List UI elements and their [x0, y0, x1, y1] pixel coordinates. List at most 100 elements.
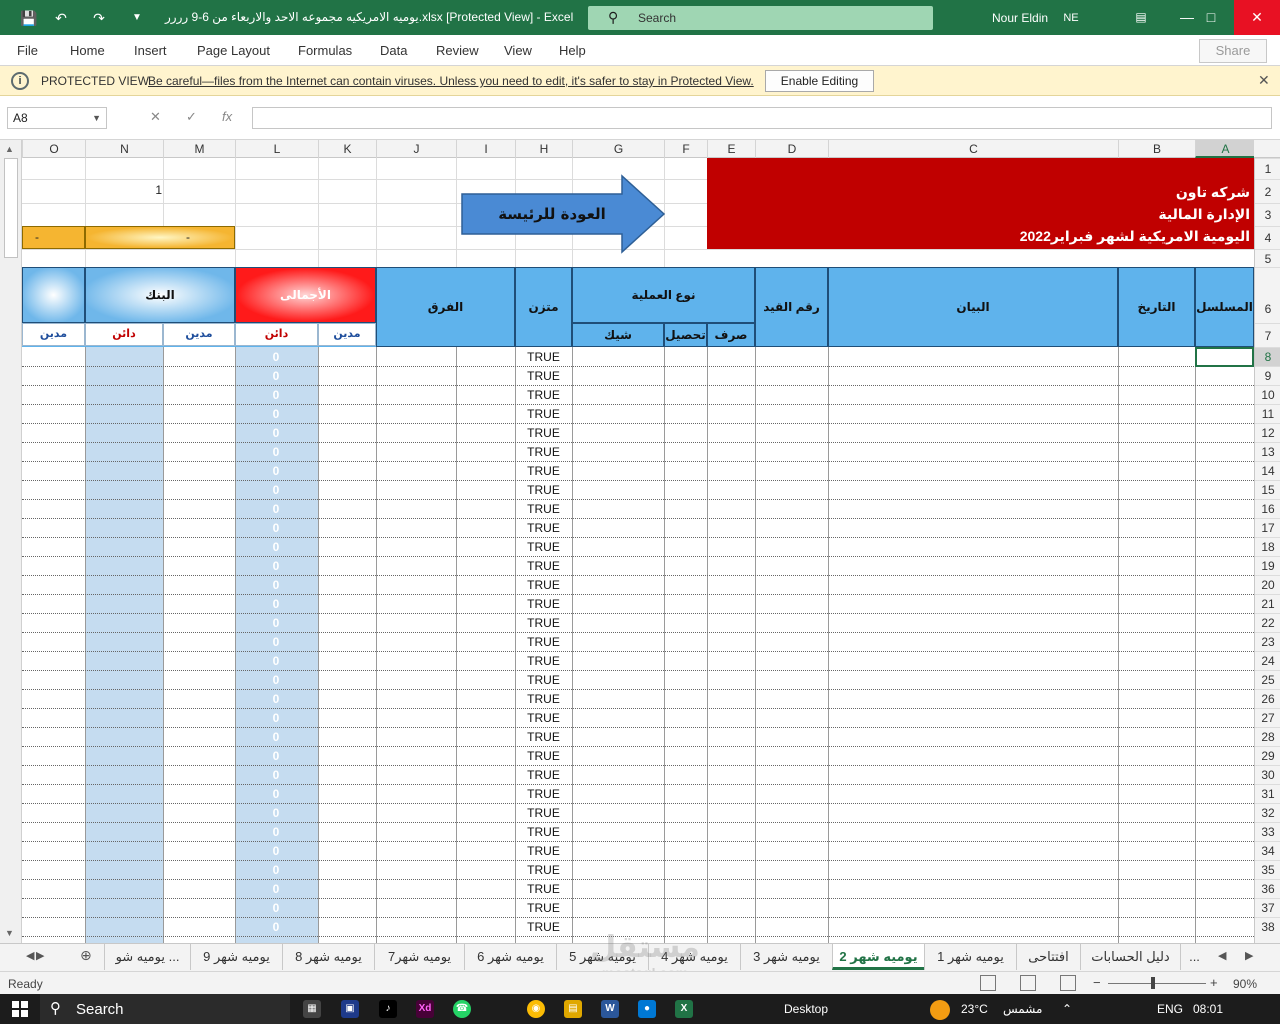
row-header-29[interactable]: 29	[1255, 746, 1280, 765]
totals-credit-cell[interactable]: 0	[235, 711, 317, 725]
row-header-23[interactable]: 23	[1255, 632, 1280, 651]
balanced-cell[interactable]: TRUE	[515, 350, 572, 364]
search-box[interactable]: ⚲ Search	[588, 6, 933, 30]
clock[interactable]: 08:01	[1193, 1002, 1223, 1016]
balanced-cell[interactable]: TRUE	[515, 578, 572, 592]
select-all-corner[interactable]	[1254, 140, 1280, 158]
balanced-cell[interactable]: TRUE	[515, 711, 572, 725]
totals-credit-cell[interactable]: 0	[235, 350, 317, 364]
scroll-down-icon[interactable]: ▼	[5, 928, 14, 938]
totals-credit-cell[interactable]: 0	[235, 464, 317, 478]
balanced-cell[interactable]: TRUE	[515, 768, 572, 782]
row-header-34[interactable]: 34	[1255, 841, 1280, 860]
totals-credit-cell[interactable]: 0	[235, 521, 317, 535]
menu-formulas[interactable]: Formulas	[298, 43, 352, 58]
totals-credit-cell[interactable]: 0	[235, 578, 317, 592]
balanced-cell[interactable]: TRUE	[515, 369, 572, 383]
close-icon[interactable]: ✕	[1258, 72, 1270, 89]
totals-credit-cell[interactable]: 0	[235, 749, 317, 763]
menu-home[interactable]: Home	[70, 43, 105, 58]
balanced-cell[interactable]: TRUE	[515, 559, 572, 573]
avatar[interactable]: NE	[1060, 8, 1082, 28]
word-app-icon[interactable]: W	[601, 1000, 619, 1018]
ribbon-display-icon[interactable]: ▤	[1118, 0, 1164, 35]
balanced-cell[interactable]: TRUE	[515, 464, 572, 478]
menu-insert[interactable]: Insert	[134, 43, 167, 58]
row-header-7[interactable]: 7	[1255, 323, 1280, 347]
undo-icon[interactable]: ↶	[52, 9, 70, 27]
xd-app-icon[interactable]: Xd	[416, 1000, 434, 1018]
totals-credit-cell[interactable]: 0	[235, 787, 317, 801]
balanced-cell[interactable]: TRUE	[515, 692, 572, 706]
zoom-slider-thumb[interactable]	[1151, 977, 1155, 989]
totals-credit-cell[interactable]: 0	[235, 483, 317, 497]
chevron-up-icon[interactable]: ⌃	[1062, 1002, 1072, 1016]
tab-prev-icon[interactable]: ◀	[1218, 949, 1226, 962]
tab-month-1[interactable]: يوميه شهر 1	[924, 944, 1016, 970]
totals-credit-cell[interactable]: 0	[235, 540, 317, 554]
balanced-cell[interactable]: TRUE	[515, 901, 572, 915]
balanced-cell[interactable]: TRUE	[515, 502, 572, 516]
row-header-11[interactable]: 11	[1255, 404, 1280, 423]
totals-credit-cell[interactable]: 0	[235, 768, 317, 782]
row-header-2[interactable]: 2	[1255, 179, 1280, 203]
maximize-button[interactable]: □	[1188, 0, 1234, 35]
col-header-a[interactable]: A	[1195, 140, 1255, 158]
tab-sheet-truncated[interactable]: يوميه شو ...	[104, 944, 190, 970]
row-header-19[interactable]: 19	[1255, 556, 1280, 575]
menu-page-layout[interactable]: Page Layout	[197, 43, 270, 58]
totals-credit-cell[interactable]: 0	[235, 825, 317, 839]
tab-month-5[interactable]: يوميه شهر 5	[556, 944, 648, 970]
protected-view-message[interactable]: Be careful—files from the Internet can c…	[148, 74, 754, 88]
balanced-cell[interactable]: TRUE	[515, 540, 572, 554]
balanced-cell[interactable]: TRUE	[515, 426, 572, 440]
tab-month-9[interactable]: يوميه شهر 9	[190, 944, 282, 970]
app-icon[interactable]: ●	[638, 1000, 656, 1018]
col-header-b[interactable]: B	[1118, 140, 1195, 158]
row-header-15[interactable]: 15	[1255, 480, 1280, 499]
row-header-12[interactable]: 12	[1255, 423, 1280, 442]
check-icon[interactable]: ✓	[186, 109, 197, 125]
row-header-18[interactable]: 18	[1255, 537, 1280, 556]
add-sheet-icon[interactable]: ⊕	[80, 947, 92, 964]
close-button[interactable]: ✕	[1234, 0, 1280, 35]
tab-last-icon[interactable]: ▶	[36, 949, 44, 962]
balanced-cell[interactable]: TRUE	[515, 407, 572, 421]
chevron-down-icon[interactable]: ▼	[92, 108, 101, 128]
row-header-26[interactable]: 26	[1255, 689, 1280, 708]
col-header-j[interactable]: J	[376, 140, 456, 158]
excel-app-icon[interactable]: X	[675, 1000, 693, 1018]
name-box[interactable]: A8 ▼	[7, 107, 107, 129]
balanced-cell[interactable]: TRUE	[515, 521, 572, 535]
file-explorer-icon[interactable]: ▤	[564, 1000, 582, 1018]
col-header-l[interactable]: L	[235, 140, 318, 158]
cell-n2[interactable]: 1	[84, 183, 234, 197]
enable-editing-button[interactable]: Enable Editing	[765, 70, 874, 92]
totals-credit-cell[interactable]: 0	[235, 920, 317, 934]
cancel-icon[interactable]: ✕	[150, 109, 161, 125]
balanced-cell[interactable]: TRUE	[515, 882, 572, 896]
menu-view[interactable]: View	[504, 43, 532, 58]
totals-credit-cell[interactable]: 0	[235, 673, 317, 687]
row-header-37[interactable]: 37	[1255, 898, 1280, 917]
totals-credit-cell[interactable]: 0	[235, 369, 317, 383]
taskbar-search[interactable]: ⚲ Search	[40, 994, 290, 1024]
totals-credit-cell[interactable]: 0	[235, 502, 317, 516]
totals-credit-cell[interactable]: 0	[235, 388, 317, 402]
row-header-35[interactable]: 35	[1255, 860, 1280, 879]
photos-app-icon[interactable]: ▣	[341, 1000, 359, 1018]
balanced-cell[interactable]: TRUE	[515, 863, 572, 877]
row-header-6[interactable]: 6	[1255, 267, 1280, 323]
insert-function-icon[interactable]: fx	[222, 109, 232, 124]
row-header-33[interactable]: 33	[1255, 822, 1280, 841]
selected-cell-a8[interactable]	[1195, 347, 1254, 367]
balanced-cell[interactable]: TRUE	[515, 730, 572, 744]
tab-opening[interactable]: افتتاحى	[1016, 944, 1080, 970]
balanced-cell[interactable]: TRUE	[515, 616, 572, 630]
totals-credit-cell[interactable]: 0	[235, 445, 317, 459]
row-header-32[interactable]: 32	[1255, 803, 1280, 822]
formula-input[interactable]	[252, 107, 1272, 129]
col-header-g[interactable]: G	[572, 140, 664, 158]
row-header-1[interactable]: 1	[1255, 158, 1280, 179]
balanced-cell[interactable]: TRUE	[515, 787, 572, 801]
